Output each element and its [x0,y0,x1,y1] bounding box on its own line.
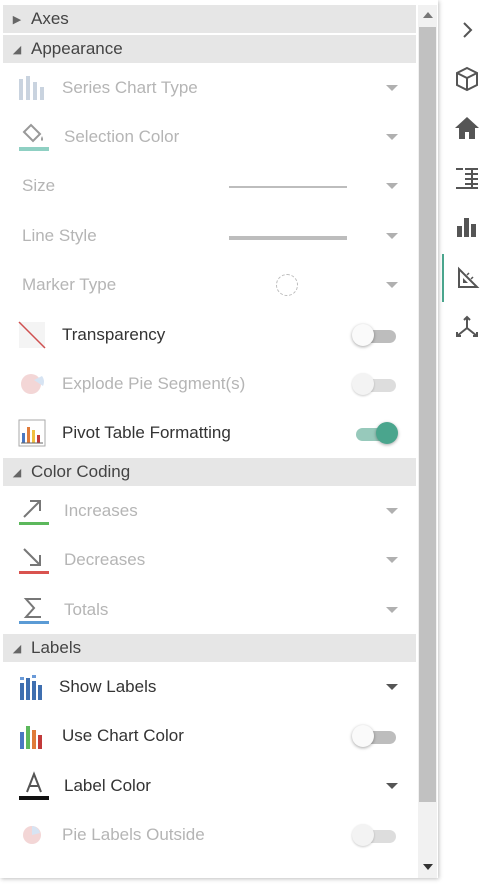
transparency-label: Transparency [62,324,166,344]
pivot-table-formatting-row: Pivot Table Formatting [3,409,416,458]
chart-format-icon[interactable] [442,254,491,302]
use-chart-color-row: Use Chart Color [3,712,416,761]
sigma-icon [18,595,56,625]
decreases-label: Decreases [64,550,146,570]
use-chart-color-label: Use Chart Color [62,726,184,746]
transparency-icon [18,320,56,350]
caret-right-icon: ▶ [12,13,22,26]
pivot-table-icon [18,418,56,448]
font-color-icon [18,771,56,801]
dropdown-arrow-icon [386,606,398,613]
scroll-up-icon[interactable] [423,12,433,18]
pie-labels-outside-label: Pie Labels Outside [62,825,205,845]
decreases-row[interactable]: Decreases [3,536,416,585]
section-title: Color Coding [31,462,131,482]
selection-color-row[interactable]: Selection Color [3,112,416,161]
section-title: Axes [31,9,69,28]
caret-down-icon: ◢ [12,642,22,655]
use-chart-color-toggle[interactable] [352,725,396,748]
dropdown-arrow-icon [386,557,398,564]
series-chart-type-row[interactable]: Series Chart Type [3,63,416,112]
dropdown-arrow-icon [386,282,398,289]
increases-row[interactable]: Increases [3,486,416,535]
section-color-coding[interactable]: ◢ Color Coding [3,458,416,487]
cube-icon[interactable] [442,57,491,101]
totals-label: Totals [64,599,109,619]
marker-circle-icon [276,274,298,297]
caret-down-icon: ◢ [12,43,22,56]
explode-pie-row: Explode Pie Segment(s) [3,359,416,408]
show-labels-row[interactable]: Show Labels [3,662,416,711]
chart-format-panel: ▶ Axes ◢ Appearance Series Chart Type Se… [0,0,438,878]
dropdown-arrow-icon [386,782,398,789]
explode-pie-icon [18,369,56,399]
panel-content: ▶ Axes ◢ Appearance Series Chart Type Se… [3,5,416,860]
line-style-label: Line Style [22,225,97,245]
scroll-down-icon[interactable] [423,864,433,870]
series-chart-type-label: Series Chart Type [62,77,198,97]
explode-pie-label: Explode Pie Segment(s) [62,374,246,394]
section-appearance[interactable]: ◢ Appearance [3,35,416,63]
side-rail [442,0,491,886]
arrow-down-right-icon [18,545,56,575]
totals-row[interactable]: Totals [3,585,416,634]
marker-type-row[interactable]: Marker Type [3,261,416,310]
section-title: Appearance [31,39,123,58]
dropdown-arrow-icon [386,232,398,239]
dropdown-arrow-icon [386,683,398,690]
pivot-table-formatting-label: Pivot Table Formatting [62,423,231,443]
size-row[interactable]: Size [3,162,416,211]
label-color-row[interactable]: Label Color [3,761,416,810]
pie-labels-outside-toggle[interactable] [352,824,396,847]
scrollbar[interactable] [418,5,437,878]
series-chart-type-icon [18,73,56,103]
line-style-sample [229,235,347,240]
size-label: Size [22,176,56,196]
use-chart-color-icon [18,721,56,751]
home-icon[interactable] [442,106,491,150]
line-style-row[interactable]: Line Style [3,211,416,260]
explode-pie-toggle[interactable] [352,373,396,396]
transparency-toggle[interactable] [352,323,396,346]
show-labels-icon [18,672,56,702]
section-labels[interactable]: ◢ Labels [3,634,416,663]
table-icon[interactable] [442,156,491,200]
arrow-up-right-icon [18,496,56,526]
size-line-sample [229,186,347,189]
bar-chart-icon[interactable] [442,205,491,249]
show-labels-label: Show Labels [59,676,157,696]
dropdown-arrow-icon [386,84,398,91]
dropdown-arrow-icon [386,507,398,514]
pie-labels-outside-row: Pie Labels Outside [3,810,416,859]
section-axes[interactable]: ▶ Axes [3,5,416,33]
dropdown-arrow-icon [386,134,398,141]
axes-3d-icon[interactable] [442,305,491,349]
dropdown-arrow-icon [386,183,398,190]
caret-down-icon: ◢ [12,466,22,479]
pivot-table-formatting-toggle[interactable] [352,422,398,445]
transparency-row: Transparency [3,310,416,359]
chevron-right-icon[interactable] [442,8,491,52]
marker-type-label: Marker Type [22,275,117,295]
pie-labels-icon [18,820,56,850]
label-color-label: Label Color [64,775,151,795]
section-title: Labels [31,638,82,658]
increases-label: Increases [64,500,138,520]
scrollbar-thumb[interactable] [419,27,436,802]
paint-bucket-icon [18,122,56,152]
selection-color-label: Selection Color [64,127,180,147]
